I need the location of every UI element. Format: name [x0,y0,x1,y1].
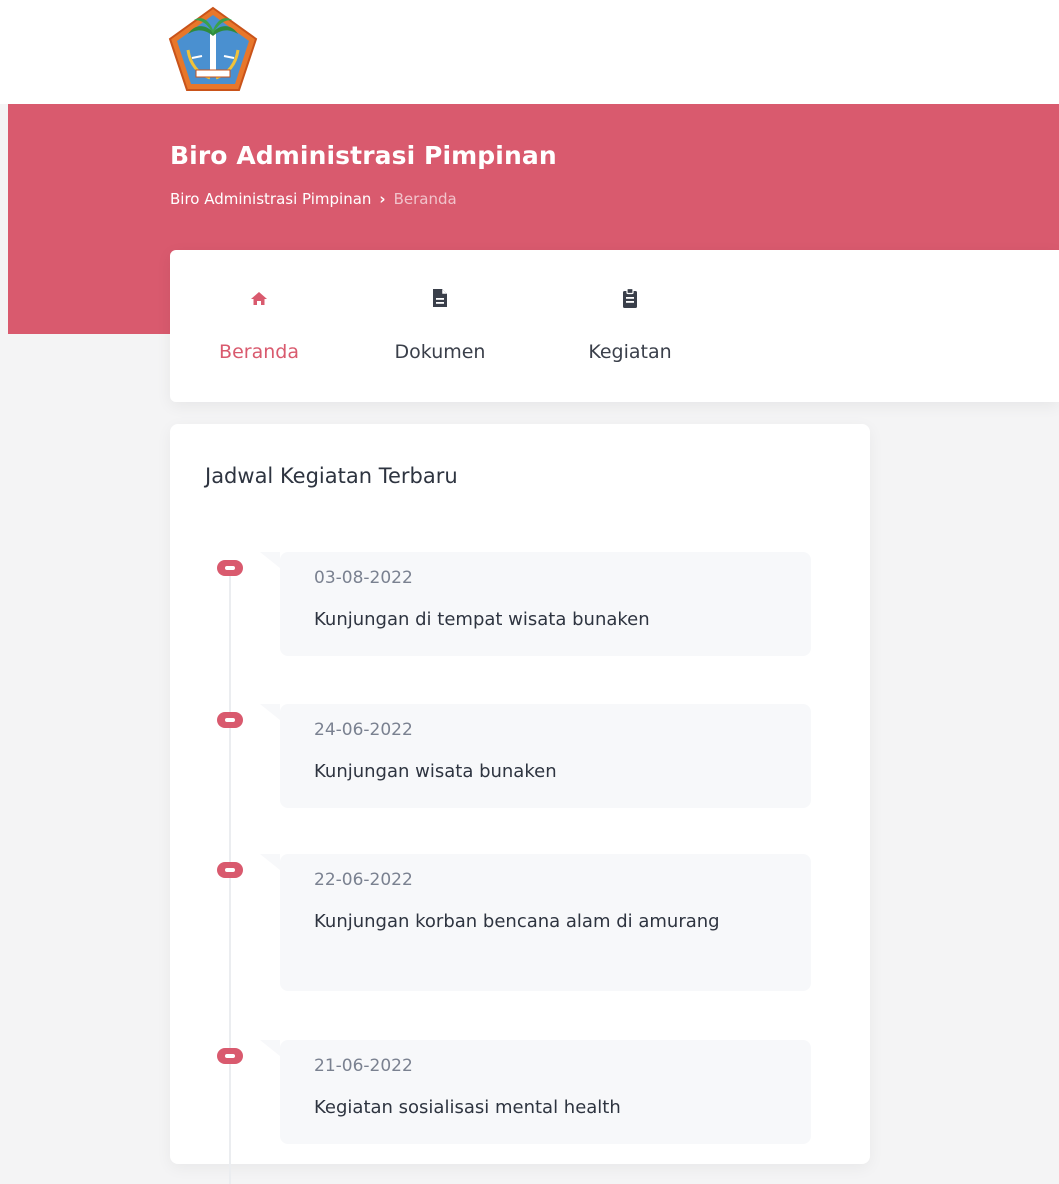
timeline-text: Kunjungan korban bencana alam di amurang [314,911,720,932]
timeline-dot-icon [217,1048,243,1064]
page-title: Biro Administrasi Pimpinan [170,141,557,170]
timeline-dot-icon [217,712,243,728]
provincial-emblem-icon[interactable] [168,6,258,92]
timeline-box: 24-06-2022 Kunjungan wisata bunaken [260,704,811,808]
timeline-date: 03-08-2022 [314,568,413,588]
breadcrumb: Biro Administrasi Pimpinan › Beranda [170,190,457,208]
top-header [0,0,1059,104]
timeline-date: 21-06-2022 [314,1056,413,1076]
main-nav: Beranda Dokumen Kegiatan [170,250,1059,402]
document-icon [433,289,447,307]
nav-item-label: Dokumen [394,341,486,363]
timeline-date: 24-06-2022 [314,720,413,740]
timeline-date: 22-06-2022 [314,870,413,890]
home-icon [251,292,267,305]
schedule-title: Jadwal Kegiatan Terbaru [205,464,458,488]
timeline-text: Kegiatan sosialisasi mental health [314,1097,621,1118]
breadcrumb-current: Beranda [393,190,457,208]
timeline-dot-icon [217,862,243,878]
timeline-box: 03-08-2022 Kunjungan di tempat wisata bu… [260,552,811,656]
nav-item-kegiatan[interactable]: Kegiatan [570,250,690,402]
timeline-dot-icon [217,560,243,576]
breadcrumb-root-link[interactable]: Biro Administrasi Pimpinan [170,190,371,208]
schedule-card: Jadwal Kegiatan Terbaru 03-08-2022 Kunju… [170,424,870,1184]
clipboard-icon [623,287,637,308]
nav-item-label: Beranda [219,341,299,363]
nav-item-beranda[interactable]: Beranda [200,250,318,402]
timeline-text: Kunjungan di tempat wisata bunaken [314,609,650,630]
nav-item-label: Kegiatan [588,341,672,363]
timeline-text: Kunjungan wisata bunaken [314,761,557,782]
nav-item-dokumen[interactable]: Dokumen [378,250,502,402]
breadcrumb-separator-icon: › [379,190,386,208]
timeline-box: 21-06-2022 Kegiatan sosialisasi mental h… [260,1040,811,1144]
timeline-box: 22-06-2022 Kunjungan korban bencana alam… [260,854,811,991]
